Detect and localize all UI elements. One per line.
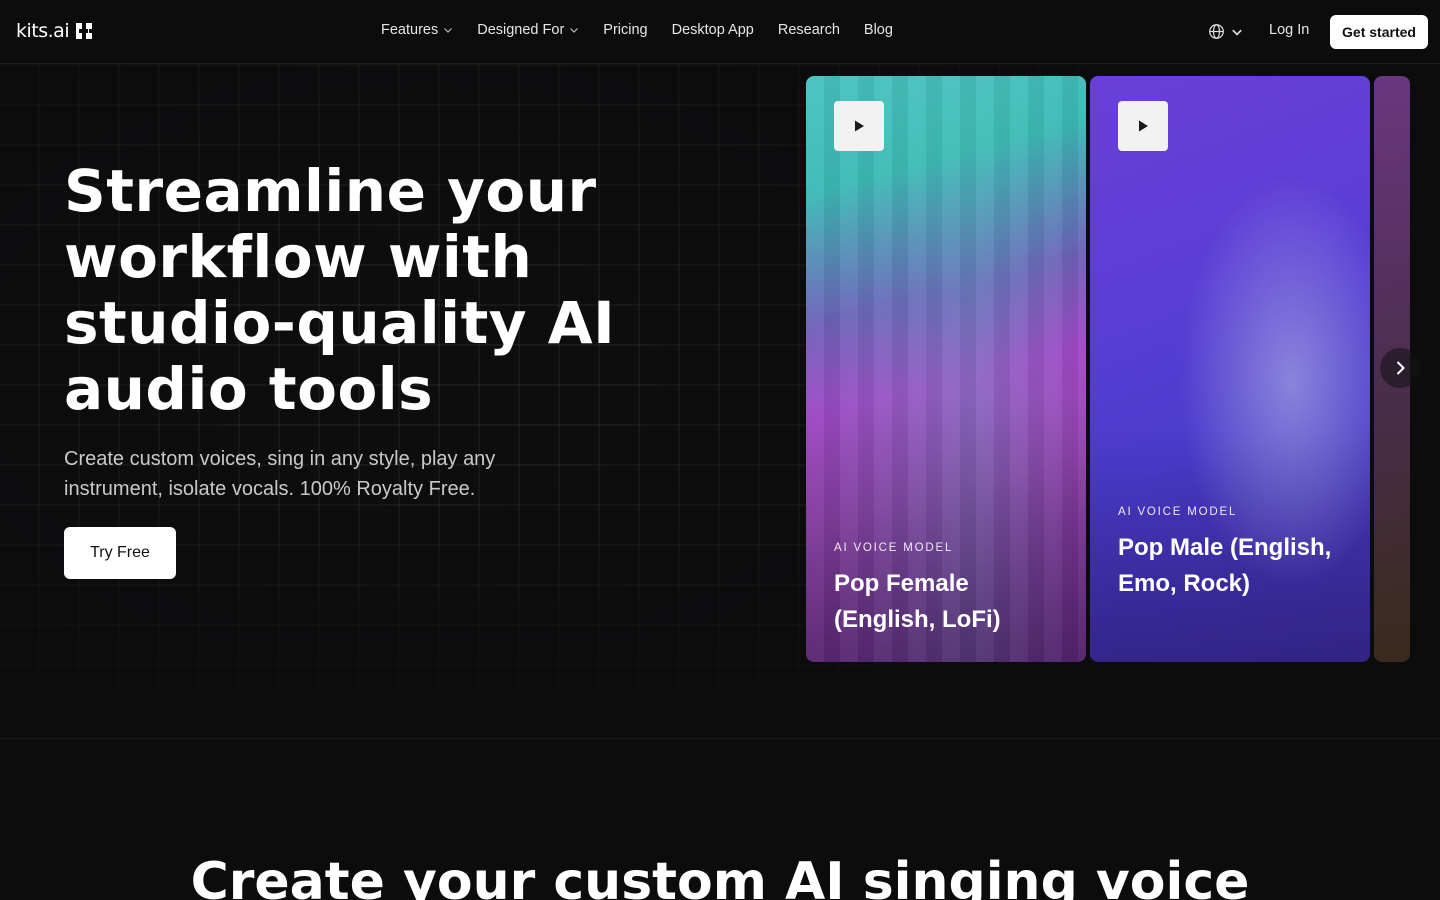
chevron-down-icon [570, 28, 579, 33]
play-button[interactable] [1118, 101, 1168, 151]
voice-card[interactable]: AI VOICE MODEL Pop Female (English, LoFi… [806, 76, 1086, 662]
headline-line: studio-quality AI [64, 289, 616, 357]
logo[interactable]: kits.ai [16, 20, 93, 42]
headline-line: audio tools [64, 355, 434, 423]
nav-item-label: Desktop App [671, 22, 754, 38]
nav-item-label: Features [381, 22, 439, 38]
voice-model-carousel: AI VOICE MODEL Pop Female (English, LoFi… [806, 76, 1410, 662]
get-started-button[interactable]: Get started [1330, 15, 1428, 49]
nav-item-designed-for[interactable]: Designed For [477, 22, 579, 38]
card-tag: AI VOICE MODEL [834, 542, 954, 554]
top-navigation: kits.ai Features Designed For Pricing De… [0, 0, 1440, 64]
nav-item-features[interactable]: Features [381, 22, 453, 38]
section-title: Create your custom AI singing voice [190, 852, 1250, 900]
headline-line: workflow with [64, 223, 533, 291]
play-button[interactable] [834, 101, 884, 151]
logo-mark-icon [76, 23, 93, 39]
headline-line: Streamline your [64, 157, 597, 225]
chevron-down-icon [444, 28, 453, 33]
play-icon [1139, 120, 1148, 132]
nav-item-label: Designed For [477, 22, 565, 38]
nav-item-research[interactable]: Research [778, 22, 840, 38]
nav-links: Features Designed For Pricing Desktop Ap… [381, 22, 917, 38]
nav-item-label: Blog [863, 22, 893, 38]
logo-text: kits.ai [16, 20, 70, 42]
nav-item-blog[interactable]: Blog [864, 22, 893, 38]
try-free-button[interactable]: Try Free [64, 527, 176, 579]
nav-item-label: Research [777, 22, 840, 38]
card-title: Pop Male (English, Emo, Rock) [1118, 534, 1332, 597]
nav-item-label: Pricing [603, 22, 648, 38]
card-tag: AI VOICE MODEL [1118, 506, 1238, 518]
carousel-next-button[interactable] [1380, 348, 1420, 388]
chevron-right-icon [1396, 361, 1405, 375]
card-title: Pop Female (English, LoFi) [834, 570, 1001, 633]
section-divider [0, 738, 1440, 739]
login-link[interactable]: Log In [1269, 22, 1309, 38]
hero-headline: Streamline your workflow with studio-qua… [64, 158, 704, 422]
nav-item-desktop-app[interactable]: Desktop App [672, 22, 754, 38]
voice-card[interactable]: AI VOICE MODEL Pop Male (English, Emo, R… [1090, 76, 1370, 662]
hero-subtext: Create custom voices, sing in any style,… [64, 448, 496, 500]
play-icon [855, 120, 864, 132]
nav-item-pricing[interactable]: Pricing [603, 22, 647, 38]
language-selector[interactable] [1208, 23, 1243, 40]
globe-icon [1209, 24, 1224, 39]
chevron-down-icon [1232, 29, 1242, 36]
